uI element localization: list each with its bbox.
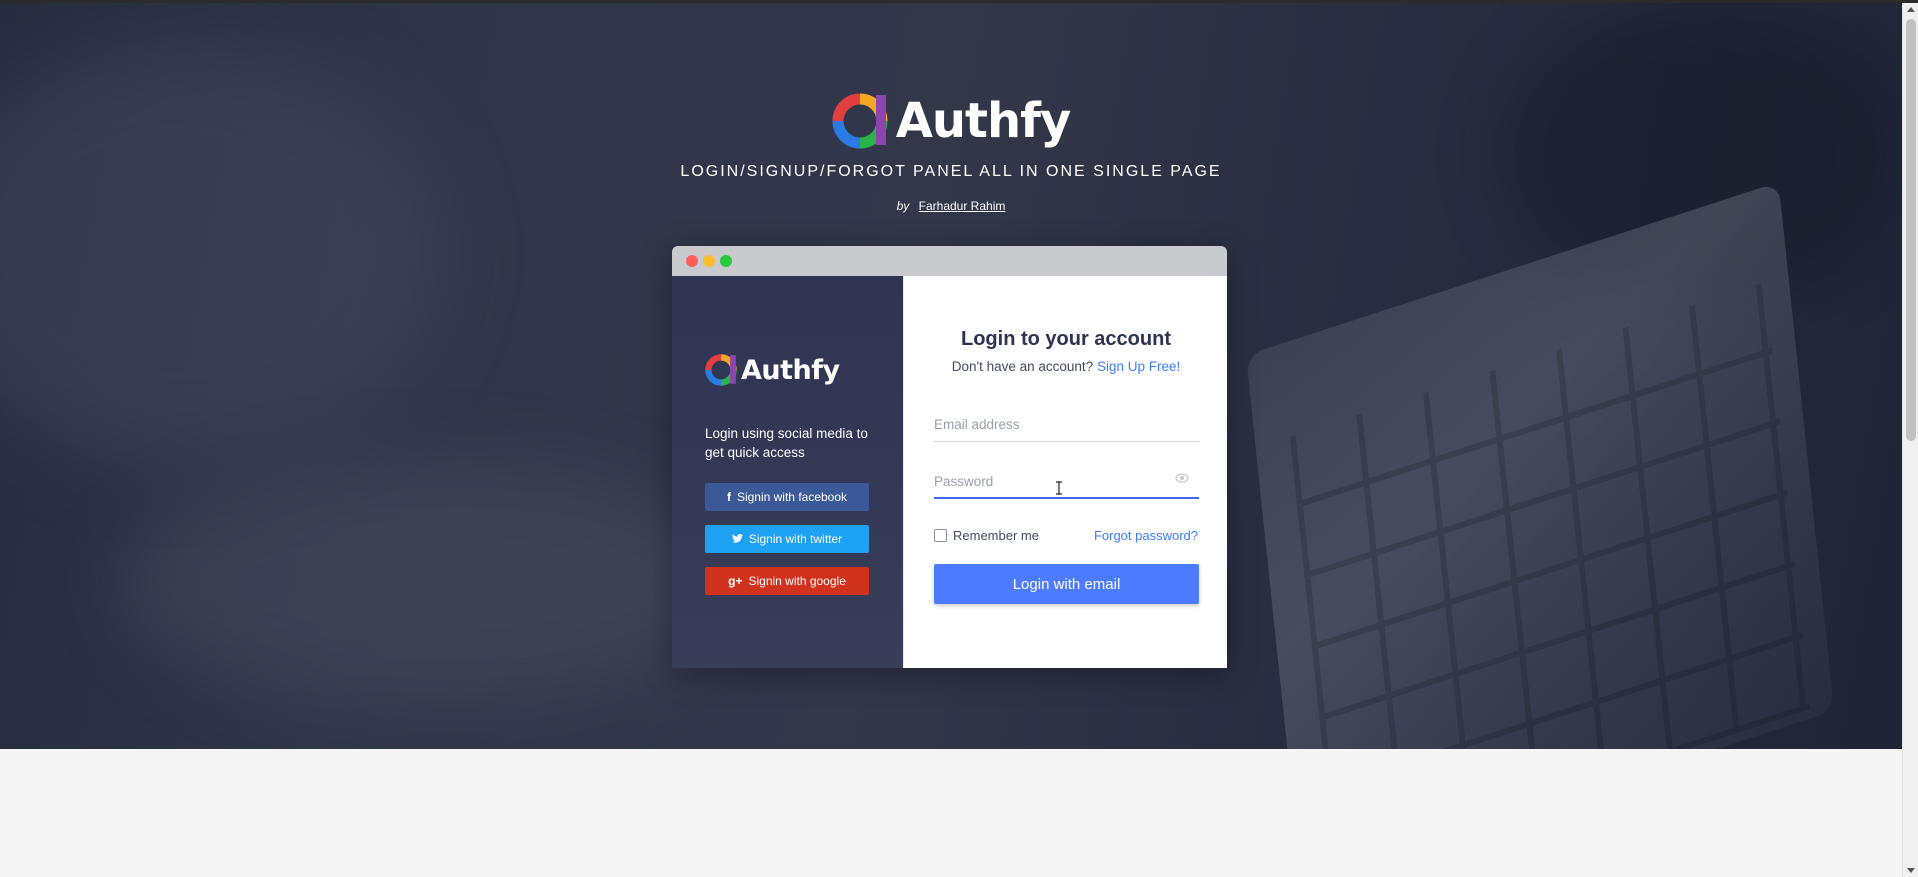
brand-name: Authfy (895, 93, 1072, 149)
email-field (934, 402, 1199, 442)
panel-logo: Authfy (705, 354, 840, 386)
window-titlebar (672, 246, 1227, 276)
vertical-scrollbar[interactable] (1902, 3, 1918, 877)
email-input[interactable] (934, 412, 1174, 436)
email-login-column: Login to your account Don't have an acco… (903, 276, 1227, 668)
scroll-up-icon[interactable] (1907, 7, 1915, 12)
twitter-signin-label: Signin with twitter (748, 532, 843, 546)
twitter-signin-button[interactable]: Signin with twitter (705, 525, 869, 553)
tagline: LOGIN/SIGNUP/FORGOT PANEL ALL IN ONE SIN… (680, 163, 1222, 180)
maximize-dot-icon (720, 255, 732, 267)
signup-prompt: Don't have an account? Sign Up Free! (904, 359, 1227, 374)
panel-logo-text: Authfy (741, 354, 840, 386)
by-label: by (896, 199, 910, 213)
text-cursor-icon (1056, 481, 1062, 495)
forgot-password-link[interactable]: Forgot password? (1094, 528, 1198, 543)
facebook-signin-button[interactable]: f Signin with facebook (705, 483, 869, 511)
login-title: Login to your account (961, 328, 1171, 350)
google-plus-icon: g+ (728, 574, 743, 588)
remember-me[interactable]: Remember me (934, 528, 1039, 543)
login-with-email-button[interactable]: Login with email (934, 564, 1199, 604)
facebook-signin-label: Signin with facebook (736, 490, 848, 504)
authfy-logo-icon (705, 354, 737, 386)
google-signin-label: Signin with google (748, 574, 846, 588)
eye-icon[interactable] (1175, 473, 1189, 483)
minimize-dot-icon (703, 255, 715, 267)
hero-background: Authfy LOGIN/SIGNUP/FORGOT PANEL ALL IN … (0, 3, 1902, 749)
login-panel: Authfy Login using social media to get q… (672, 246, 1227, 668)
author-link[interactable]: Farhadur Rahim (919, 199, 1006, 213)
brand-header: Authfy (0, 93, 1902, 154)
authfy-logo-icon (832, 93, 888, 149)
scroll-thumb[interactable] (1906, 19, 1916, 441)
social-login-column: Authfy Login using social media to get q… (672, 276, 903, 668)
facebook-icon: f (726, 490, 731, 504)
remember-label: Remember me (953, 528, 1039, 543)
signup-link[interactable]: Sign Up Free! (1097, 359, 1180, 374)
social-login-text: Login using social media to get quick ac… (705, 426, 868, 460)
google-signin-button[interactable]: g+ Signin with google (705, 567, 869, 595)
password-input[interactable] (934, 469, 1174, 493)
scroll-down-icon[interactable] (1907, 868, 1915, 873)
byline: by Farhadur Rahim (0, 199, 1902, 213)
close-dot-icon (686, 255, 698, 267)
password-field (934, 459, 1199, 499)
twitter-icon (731, 532, 743, 546)
no-account-text: Don't have an account? (951, 359, 1094, 374)
remember-checkbox[interactable] (934, 529, 947, 542)
